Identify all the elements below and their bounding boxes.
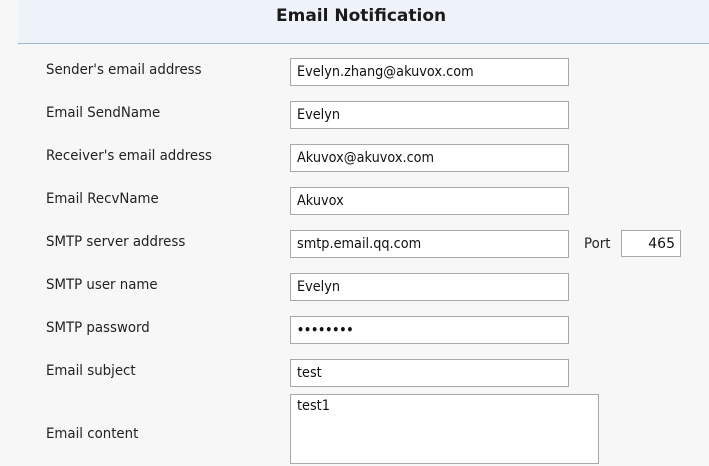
receiver-email-input[interactable]: Akuvox@akuvox.com: [290, 144, 569, 172]
recv-name-value: Akuvox: [297, 193, 344, 209]
smtp-user-value: Evelyn: [297, 279, 341, 295]
smtp-server-value: smtp.email.qq.com: [297, 236, 422, 252]
subject-input[interactable]: test: [290, 359, 569, 387]
port-value: 465: [648, 235, 675, 252]
send-name-value: Evelyn: [297, 107, 341, 123]
email-notification-panel: Email Notification Sender's email addres…: [0, 0, 709, 466]
smtp-server-input[interactable]: smtp.email.qq.com: [290, 230, 569, 258]
recv-name-input[interactable]: Akuvox: [290, 187, 569, 215]
content-label: Email content: [46, 426, 139, 442]
smtp-user-input[interactable]: Evelyn: [290, 273, 569, 301]
subject-value: test: [297, 365, 322, 381]
sender-email-label: Sender's email address: [46, 62, 202, 78]
smtp-password-value: ••••••••: [297, 323, 354, 337]
content-textarea[interactable]: test1: [290, 394, 599, 464]
receiver-email-value: Akuvox@akuvox.com: [297, 150, 435, 166]
recv-name-label: Email RecvName: [46, 191, 159, 207]
sender-email-input[interactable]: Evelyn.zhang@akuvox.com: [290, 58, 569, 86]
port-label: Port: [584, 236, 611, 252]
section-title: Email Notification: [276, 6, 447, 26]
smtp-user-label: SMTP user name: [46, 277, 158, 293]
subject-label: Email subject: [46, 363, 136, 379]
port-input[interactable]: 465: [621, 230, 681, 257]
send-name-input[interactable]: Evelyn: [290, 101, 569, 129]
smtp-password-label: SMTP password: [46, 320, 150, 336]
section-header: Email Notification: [18, 0, 709, 44]
smtp-server-label: SMTP server address: [46, 234, 186, 250]
send-name-label: Email SendName: [46, 105, 161, 121]
content-value: test1: [297, 398, 330, 414]
receiver-email-label: Receiver's email address: [46, 148, 213, 164]
sender-email-value: Evelyn.zhang@akuvox.com: [297, 64, 474, 80]
smtp-password-input[interactable]: ••••••••: [290, 316, 569, 344]
